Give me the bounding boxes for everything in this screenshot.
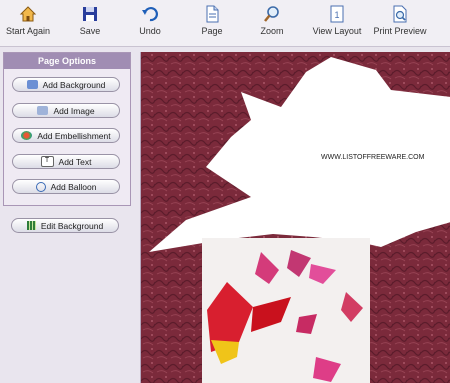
- add-background-label: Add Background: [42, 79, 106, 90]
- balloon-text: WWW.LISTOFFREEWARE.COM: [321, 154, 425, 161]
- add-balloon-label: Add Balloon: [50, 181, 97, 192]
- undo-icon: [142, 6, 158, 22]
- view-layout-label: View Layout: [312, 26, 362, 36]
- edit-background-label: Edit Background: [40, 220, 104, 231]
- add-image-label: Add Image: [53, 105, 95, 116]
- magnifier-icon: [264, 6, 279, 22]
- add-embellishment-button[interactable]: Add Embellishment: [12, 128, 120, 143]
- page-canvas[interactable]: WWW.LISTOFFREEWARE.COM: [140, 52, 450, 383]
- zoom-button[interactable]: Zoom: [257, 4, 287, 44]
- text-icon: T: [40, 156, 54, 167]
- add-image-button[interactable]: Add Image: [12, 103, 120, 118]
- main-toolbar: Start Again Save Undo Page Zoom 1 View L…: [0, 0, 450, 47]
- add-balloon-button[interactable]: Add Balloon: [12, 179, 120, 194]
- start-again-label: Start Again: [5, 26, 51, 36]
- page-icon: [206, 5, 219, 23]
- page-label: Page: [201, 26, 223, 36]
- save-disk-icon: [83, 7, 97, 21]
- view-layout-icon: 1: [330, 5, 344, 23]
- print-preview-icon: [393, 5, 407, 23]
- start-again-button[interactable]: Start Again: [6, 4, 50, 44]
- view-layout-button[interactable]: 1 View Layout: [311, 4, 363, 44]
- add-embellishment-label: Add Embellishment: [37, 130, 111, 141]
- save-button[interactable]: Save: [76, 4, 104, 44]
- add-background-button[interactable]: Add Background: [12, 77, 120, 92]
- zoom-label: Zoom: [260, 26, 284, 36]
- edit-background-button[interactable]: Edit Background: [11, 218, 119, 233]
- undo-label: Undo: [139, 26, 161, 36]
- page-button[interactable]: Page: [198, 4, 226, 44]
- home-icon: [19, 6, 37, 22]
- embellishment-icon: [21, 131, 33, 140]
- save-label: Save: [79, 26, 101, 36]
- svg-text:1: 1: [334, 10, 339, 20]
- add-text-label: Add Text: [58, 156, 92, 167]
- panel-title: Page Options: [4, 53, 130, 69]
- page-options-panel: Page Options Add Background Add Image Ad…: [3, 52, 131, 206]
- print-preview-button[interactable]: Print Preview: [372, 4, 428, 44]
- image-icon: [37, 106, 49, 115]
- undo-button[interactable]: Undo: [136, 4, 164, 44]
- canvas-artwork: [141, 52, 450, 383]
- balloon-icon: [35, 181, 46, 192]
- add-text-button[interactable]: T Add Text: [12, 154, 120, 169]
- background-icon: [26, 80, 38, 89]
- grid-icon: [26, 221, 36, 230]
- print-preview-label: Print Preview: [373, 26, 427, 36]
